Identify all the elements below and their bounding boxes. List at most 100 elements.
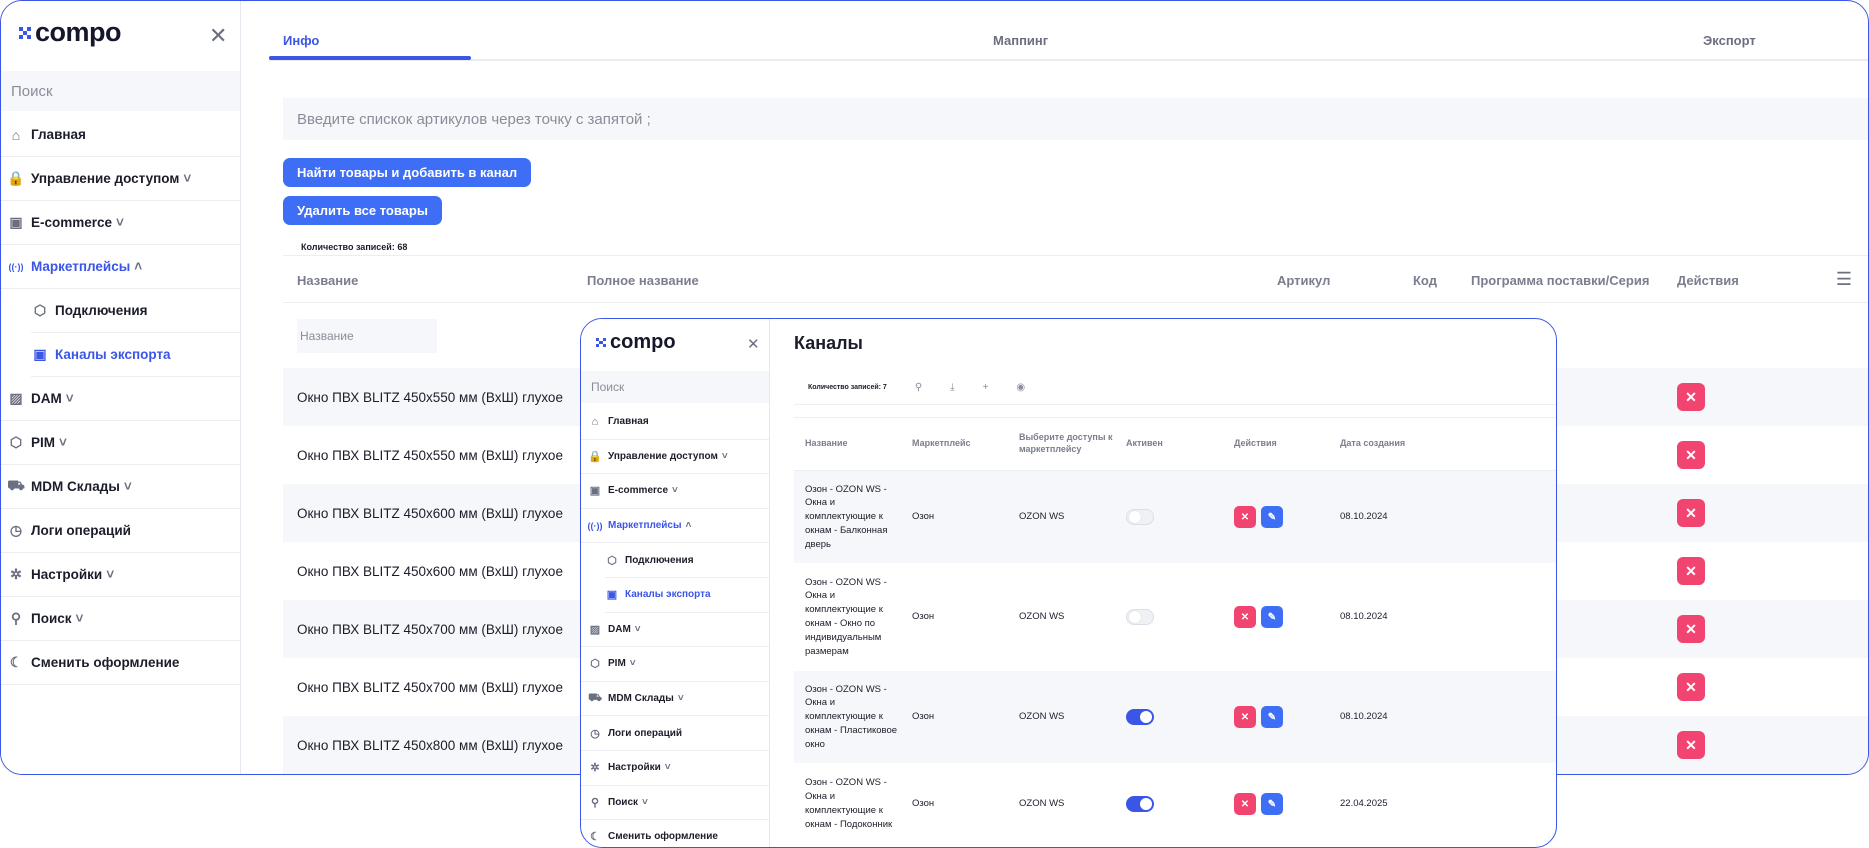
compo-logo[interactable]: compo: [596, 331, 676, 354]
sidebar-item-label: Главная: [608, 416, 649, 428]
edit-channel-button[interactable]: ✎: [1261, 706, 1283, 728]
table-row[interactable]: Озон - OZON WS - Окна и комплектующие к …: [794, 563, 1556, 671]
plus-icon[interactable]: +: [983, 382, 989, 393]
product-name: Окно ПВХ BLITZ 450x600 мм (ВхШ) глухое: [297, 563, 563, 579]
clock-icon: ◷: [590, 727, 600, 740]
sidebar-item-каналы-экспорта[interactable]: ▣ Каналы экспорта: [581, 578, 769, 613]
col-access[interactable]: Выберите доступы к маркетплейсу: [1019, 418, 1119, 470]
tab-export[interactable]: Экспорт: [1703, 33, 1756, 48]
sidebar-item-dam[interactable]: ▨ DAM ˅: [1, 377, 240, 421]
sidebar-item-маркетплейсы[interactable]: ((·)) Маркетплейсы ˄: [581, 509, 769, 544]
sidebar-item-управление-доступом[interactable]: 🔒 Управление доступом ˅: [581, 440, 769, 475]
table-row[interactable]: Озон - OZON WS - Окна и комплектующие к …: [794, 671, 1556, 763]
sidebar-item-каналы-экспорта[interactable]: ▣ Каналы экспорта: [1, 333, 240, 377]
download-icon[interactable]: ⤓: [950, 382, 954, 393]
gear-icon: ✲: [590, 762, 600, 775]
find-products-button[interactable]: Найти товары и добавить в канал: [283, 158, 532, 187]
col-marketplace[interactable]: Маркетплейс: [912, 418, 971, 470]
sidebar-item-маркетплейсы[interactable]: ((·)) Маркетплейсы ˄: [1, 245, 240, 289]
eye-icon[interactable]: ◉: [1016, 382, 1025, 393]
active-toggle[interactable]: [1126, 509, 1154, 525]
sidebar-item-поиск[interactable]: ⚲ Поиск ˅: [581, 786, 769, 821]
close-sidebar-icon[interactable]: ✕: [209, 23, 227, 49]
col-full-name[interactable]: Полное название: [587, 273, 699, 288]
col-name[interactable]: Название: [297, 273, 358, 288]
sidebar-item-mdm-склады[interactable]: ⛟ MDM Склады ˅: [1, 465, 240, 509]
delete-channel-button[interactable]: ✕: [1234, 606, 1256, 628]
sidebar-item-подключения[interactable]: ⬡ Подключения: [1, 289, 240, 333]
active-toggle[interactable]: [1126, 709, 1154, 725]
image-icon: ▨: [589, 623, 601, 636]
articles-input[interactable]: [283, 98, 1868, 140]
search-icon: ⚲: [590, 796, 600, 809]
delete-channel-button[interactable]: ✕: [1234, 706, 1256, 728]
delete-row-button[interactable]: ✕: [1677, 615, 1705, 643]
clock-icon: ◷: [9, 522, 23, 538]
sidebar-search-input[interactable]: [1, 71, 240, 111]
tab-info[interactable]: Инфо: [283, 33, 319, 48]
marketplace: Озон: [912, 798, 935, 810]
sidebar-item-главная[interactable]: ⌂ Главная: [581, 405, 769, 440]
delete-row-button[interactable]: ✕: [1677, 441, 1705, 469]
sidebar-item-логи-операций[interactable]: ◷ Логи операций: [581, 716, 769, 751]
col-actions: Действия: [1677, 273, 1739, 288]
name-filter-input[interactable]: [297, 319, 437, 353]
sidebar-item-label: Каналы экспорта: [625, 589, 711, 601]
sidebar-item-e-commerce[interactable]: ▣ E-commerce ˅: [1, 201, 240, 245]
sidebar-item-e-commerce[interactable]: ▣ E-commerce ˅: [581, 474, 769, 509]
compo-logo[interactable]: compo: [19, 17, 122, 48]
sidebar-item-label: Подключения: [625, 554, 694, 566]
sidebar-search-input[interactable]: [581, 371, 769, 403]
access: OZON WS: [1019, 711, 1065, 723]
edit-channel-button[interactable]: ✎: [1261, 606, 1283, 628]
table-row[interactable]: Озон - OZON WS - Окна и комплектующие к …: [794, 471, 1556, 563]
sidebar-item-сменить-оформление[interactable]: ☾ Сменить оформление: [1, 641, 240, 685]
sidebar-item-главная[interactable]: ⌂ Главная: [1, 113, 240, 157]
col-active[interactable]: Активен: [1126, 418, 1163, 470]
delete-all-button[interactable]: Удалить все товары: [283, 196, 442, 225]
sidebar-item-управление-доступом[interactable]: 🔒 Управление доступом ˅: [1, 157, 240, 201]
sidebar-item-логи-операций[interactable]: ◷ Логи операций: [1, 509, 240, 553]
edit-channel-button[interactable]: ✎: [1261, 506, 1283, 528]
delete-channel-button[interactable]: ✕: [1234, 793, 1256, 815]
sidebar-item-pim[interactable]: ⬡ PIM ˅: [1, 421, 240, 465]
actions-cell: ✕ ✎: [1234, 763, 1288, 845]
sidebar-item-label: MDM Склады: [31, 479, 120, 494]
delete-row-button[interactable]: ✕: [1677, 731, 1705, 759]
sidebar-item-поиск[interactable]: ⚲ Поиск ˅: [1, 597, 240, 641]
col-created-date[interactable]: Дата создания: [1340, 418, 1405, 470]
cube-icon: ⬡: [607, 554, 617, 567]
delete-row-button[interactable]: ✕: [1677, 383, 1705, 411]
edit-channel-button[interactable]: ✎: [1261, 793, 1283, 815]
col-name[interactable]: Название: [805, 418, 847, 470]
lock-icon: 🔒: [7, 170, 25, 186]
column-menu-icon[interactable]: ☰: [1836, 269, 1852, 290]
col-code[interactable]: Код: [1413, 273, 1437, 288]
tab-mapping[interactable]: Маппинг: [993, 33, 1048, 48]
created-date: 08.10.2024: [1340, 511, 1388, 523]
close-sidebar-icon[interactable]: ✕: [747, 335, 760, 353]
sidebar-item-подключения[interactable]: ⬡ Подключения: [581, 543, 769, 578]
delete-row-button[interactable]: ✕: [1677, 673, 1705, 701]
active-toggle[interactable]: [1126, 609, 1154, 625]
delete-channel-button[interactable]: ✕: [1234, 506, 1256, 528]
sidebar-item-сменить-оформление[interactable]: ☾ Сменить оформление: [581, 820, 769, 847]
sidebar-item-pim[interactable]: ⬡ PIM ˅: [581, 647, 769, 682]
sidebar-item-настройки[interactable]: ✲ Настройки ˅: [1, 553, 240, 597]
delete-row-button[interactable]: ✕: [1677, 499, 1705, 527]
delete-row-button[interactable]: ✕: [1677, 557, 1705, 585]
marketplace: Озон: [912, 711, 935, 723]
search-icon[interactable]: ⚲: [915, 382, 922, 393]
logo-text: compo: [35, 17, 122, 47]
col-supply-program[interactable]: Программа поставки/Серия: [1471, 273, 1649, 288]
channels-table-header: Название Маркетплейс Выберите доступы к …: [794, 417, 1556, 471]
sidebar-item-настройки[interactable]: ✲ Настройки ˅: [581, 751, 769, 786]
col-article[interactable]: Артикул: [1277, 273, 1330, 288]
sidebar-item-mdm-склады[interactable]: ⛟ MDM Склады ˅: [581, 682, 769, 717]
bag-icon: ▣: [589, 485, 601, 498]
sidebar-item-label: Сменить оформление: [608, 831, 718, 843]
sidebar-item-dam[interactable]: ▨ DAM ˅: [581, 613, 769, 648]
active-toggle[interactable]: [1126, 796, 1154, 812]
created-date: 08.10.2024: [1340, 611, 1388, 623]
table-row[interactable]: Озон - OZON WS - Окна и комплектующие к …: [794, 763, 1556, 845]
